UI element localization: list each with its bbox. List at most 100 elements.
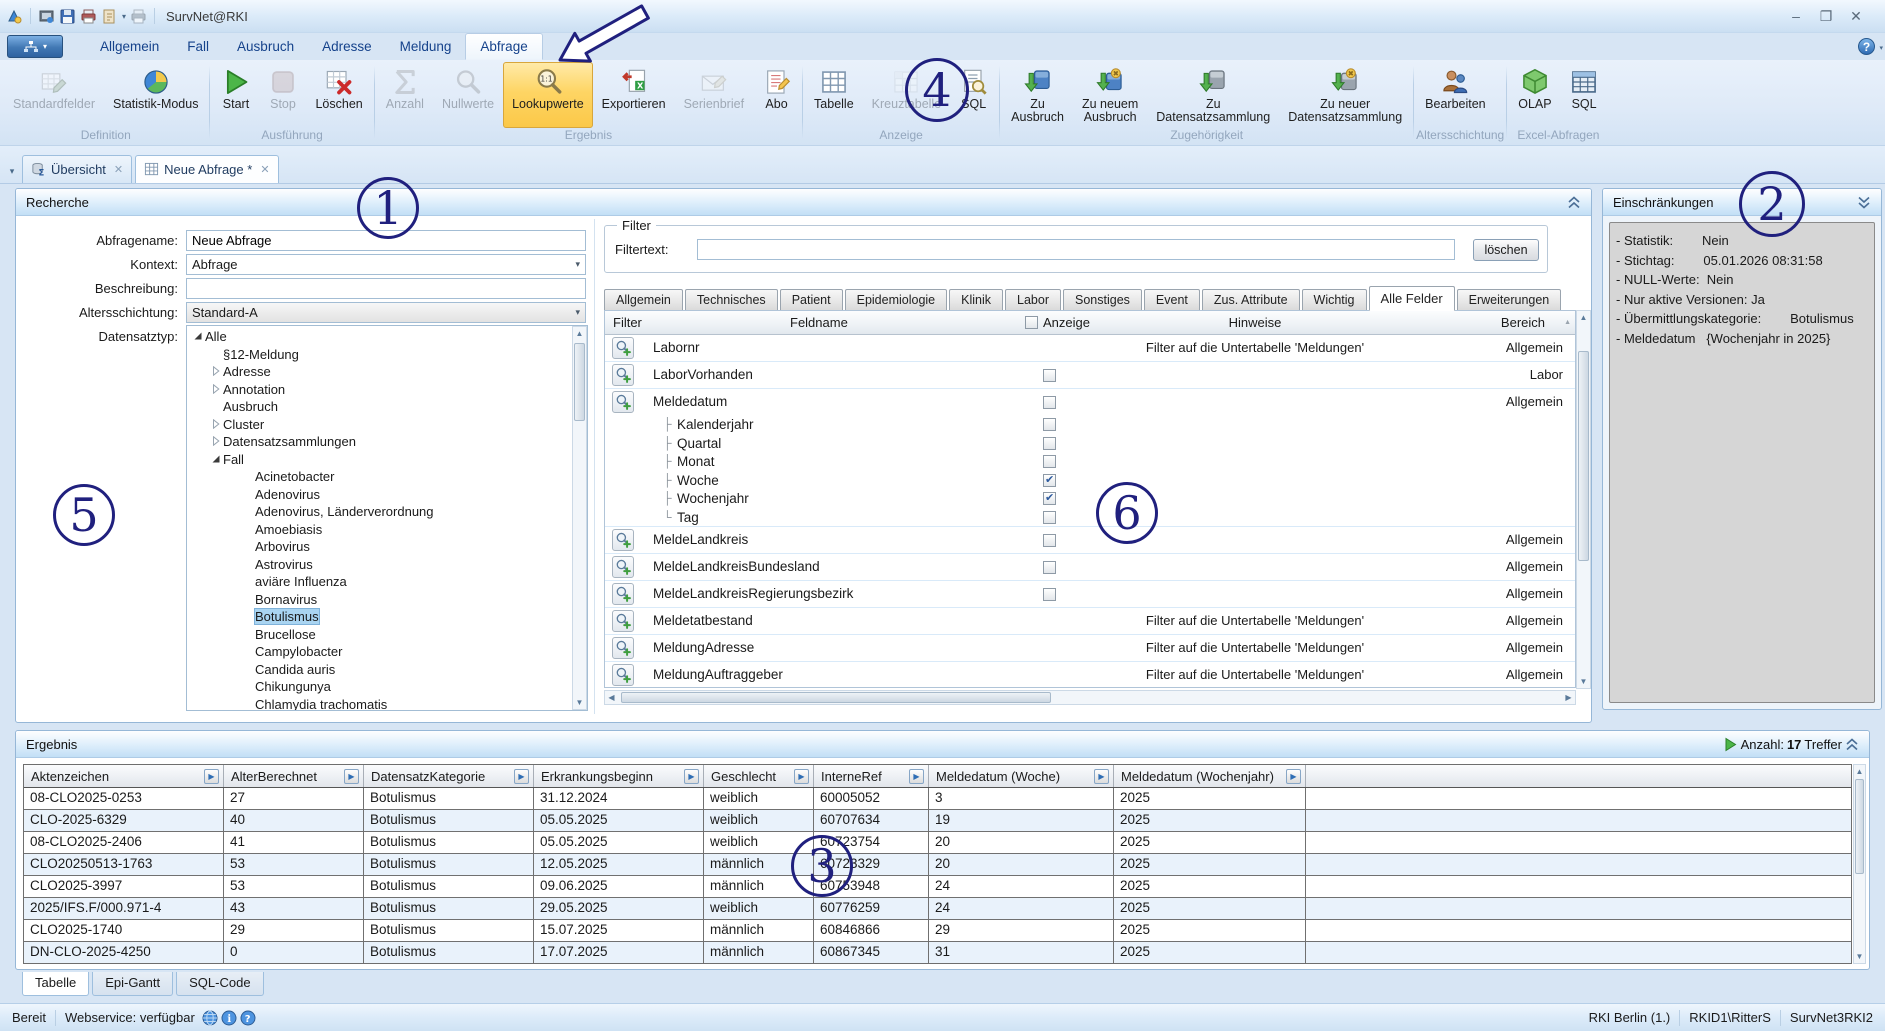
anzeige-checkbox[interactable]	[1043, 455, 1056, 468]
filter-add-icon[interactable]	[612, 529, 634, 551]
tree-item-adenovirus-länderverordnung[interactable]: Adenovirus, Länderverordnung	[187, 503, 587, 521]
field-row-tag[interactable]: └Tag	[605, 509, 1575, 528]
ribbon-start-button[interactable]: Start	[212, 62, 259, 128]
tree-item-fall[interactable]: Fall	[187, 451, 587, 469]
ribbon-zu-neuem-ausbruch-button[interactable]: Zu neuem Ausbruch	[1073, 62, 1147, 128]
scrollbar-thumb[interactable]	[1855, 779, 1864, 874]
filter-add-icon[interactable]	[612, 391, 634, 413]
close-icon[interactable]: ✕	[260, 163, 269, 176]
ribbon-bearbeiten-button[interactable]: Bearbeiten	[1416, 62, 1494, 128]
result-row[interactable]: CLO2025-174029Botulismus15.07.2025männli…	[24, 920, 1851, 942]
clear-filter-button[interactable]: löschen	[1473, 239, 1539, 261]
view-tab-sql-code[interactable]: SQL-Code	[176, 972, 263, 996]
collapse-up-icon[interactable]	[1845, 738, 1859, 751]
print-icon[interactable]	[80, 8, 97, 25]
info-icon[interactable]: i	[221, 1010, 237, 1026]
document-tab-übersicht[interactable]: ΣÜbersicht✕	[22, 155, 132, 183]
window-icon[interactable]	[38, 8, 55, 25]
webservice-globe-icon[interactable]	[202, 1010, 218, 1026]
filter-tab-patient[interactable]: Patient	[780, 289, 843, 311]
close-button[interactable]: ✕	[1841, 8, 1871, 25]
ribbon-olap-button[interactable]: OLAP	[1509, 62, 1560, 128]
tree-item-acinetobacter[interactable]: Acinetobacter	[187, 468, 587, 486]
menu-tab-allgemein[interactable]: Allgemein	[86, 33, 173, 60]
result-row[interactable]: DN-CLO-2025-42500Botulismus17.07.2025män…	[24, 942, 1851, 964]
ribbon-abo-button[interactable]: Abo	[753, 62, 800, 128]
field-table-vscrollbar[interactable]: ▲ ▼	[1576, 310, 1591, 689]
menu-tab-ausbruch[interactable]: Ausbruch	[223, 33, 308, 60]
scroll-up-icon[interactable]: ▲	[1577, 311, 1590, 324]
scrollbar-thumb[interactable]	[621, 692, 1051, 703]
filter-tab-event[interactable]: Event	[1144, 289, 1200, 311]
field-table-hscrollbar[interactable]: ◀ ▶	[604, 690, 1576, 705]
anzeige-header-checkbox[interactable]	[1025, 316, 1038, 329]
collapse-down-icon[interactable]	[1857, 196, 1871, 209]
close-icon[interactable]: ✕	[114, 163, 123, 176]
menu-tab-adresse[interactable]: Adresse	[308, 33, 386, 60]
ribbon-tabelle-button[interactable]: Tabelle	[805, 62, 863, 128]
tree-expanded-icon[interactable]	[211, 451, 223, 469]
scroll-up-icon[interactable]: ▲	[573, 327, 586, 340]
filter-tab-klinik[interactable]: Klinik	[949, 289, 1003, 311]
tree-item-12-meldung[interactable]: §12-Meldung	[187, 346, 587, 364]
anzeige-checkbox[interactable]	[1043, 396, 1056, 409]
ribbon-statistik-modus-button[interactable]: Statistik-Modus	[104, 62, 207, 128]
filter-add-icon[interactable]	[612, 583, 634, 605]
anzeige-checkbox[interactable]	[1043, 418, 1056, 431]
anzeige-checkbox[interactable]	[1043, 369, 1056, 382]
tree-item-adresse[interactable]: Adresse	[187, 363, 587, 381]
scroll-left-icon[interactable]: ◀	[605, 691, 618, 704]
minimize-button[interactable]: –	[1781, 8, 1811, 25]
application-menu-button[interactable]: ▾	[7, 35, 63, 58]
collapse-up-icon[interactable]	[1567, 196, 1581, 209]
altersschichtung-select[interactable]: Standard-A ▾	[186, 302, 586, 323]
column-filter-icon[interactable]: ▶	[1094, 769, 1109, 784]
tab-list-dropdown-icon[interactable]: ▾	[4, 166, 20, 177]
document-tab-neue-abfrage[interactable]: Neue Abfrage *✕	[135, 155, 278, 183]
qat-dropdown-caret-icon[interactable]: ▾	[122, 12, 126, 21]
tree-item-arbovirus[interactable]: Arbovirus	[187, 538, 587, 556]
field-row-monat[interactable]: ├Monat	[605, 453, 1575, 472]
column-filter-icon[interactable]: ▶	[1286, 769, 1301, 784]
scroll-down-icon[interactable]: ▼	[573, 696, 586, 709]
filter-tab-alle-felder[interactable]: Alle Felder	[1369, 286, 1455, 311]
save-icon[interactable]	[59, 8, 76, 25]
tree-item-astrovirus[interactable]: Astrovirus	[187, 556, 587, 574]
maximize-button[interactable]: ❐	[1811, 8, 1841, 25]
ribbon-zu-ausbruch-button[interactable]: Zu Ausbruch	[1002, 62, 1073, 128]
result-row[interactable]: 08-CLO2025-025327Botulismus31.12.2024wei…	[24, 788, 1851, 810]
tree-item-chlamydia-trachomatis[interactable]: Chlamydia trachomatis	[187, 696, 587, 712]
filter-tab-epidemiologie[interactable]: Epidemiologie	[845, 289, 948, 311]
filter-tab-labor[interactable]: Labor	[1005, 289, 1061, 311]
field-row-meldungadresse[interactable]: MeldungAdresseFilter auf die Untertabell…	[605, 635, 1575, 662]
tree-item-annotation[interactable]: Annotation	[187, 381, 587, 399]
scroll-up-icon[interactable]: ▲	[1854, 765, 1865, 778]
tree-collapsed-icon[interactable]	[211, 433, 223, 451]
tree-item-ausbruch[interactable]: Ausbruch	[187, 398, 587, 416]
tree-item-datensatzsammlungen[interactable]: Datensatzsammlungen	[187, 433, 587, 451]
scrollbar-thumb[interactable]	[1578, 351, 1589, 561]
field-row-laborvorhanden[interactable]: LaborVorhandenLabor	[605, 362, 1575, 389]
filter-add-icon[interactable]	[612, 337, 634, 359]
print-preview-icon[interactable]	[130, 8, 147, 25]
field-row-meldelandkreisbundesland[interactable]: MeldeLandkreisBundeslandAllgemein	[605, 554, 1575, 581]
field-row-meldelandkreis[interactable]: MeldeLandkreisAllgemein	[605, 527, 1575, 554]
filter-add-icon[interactable]	[612, 556, 634, 578]
filter-tab-erweiterungen[interactable]: Erweiterungen	[1457, 289, 1562, 311]
export-icon[interactable]	[101, 8, 118, 25]
column-filter-icon[interactable]: ▶	[909, 769, 924, 784]
tree-item-alle[interactable]: Alle	[187, 328, 587, 346]
field-row-meldetatbestand[interactable]: MeldetatbestandFilter auf die Untertabel…	[605, 608, 1575, 635]
result-row[interactable]: 08-CLO2025-240641Botulismus05.05.2025wei…	[24, 832, 1851, 854]
tree-item-adenovirus[interactable]: Adenovirus	[187, 486, 587, 504]
scroll-down-icon[interactable]: ▼	[1854, 950, 1865, 963]
filtertext-input[interactable]	[697, 239, 1455, 260]
scrollbar-thumb[interactable]	[574, 343, 585, 421]
panel-splitter[interactable]	[594, 219, 595, 714]
kontext-select[interactable]: Abfrage ▾	[186, 254, 586, 275]
tree-item-botulismus[interactable]: Botulismus	[187, 608, 587, 626]
anzeige-checkbox[interactable]	[1043, 588, 1056, 601]
tree-expanded-icon[interactable]	[193, 328, 205, 346]
anzeige-checkbox[interactable]	[1043, 561, 1056, 574]
result-row[interactable]: 2025/IFS.F/000.971-443Botulismus29.05.20…	[24, 898, 1851, 920]
